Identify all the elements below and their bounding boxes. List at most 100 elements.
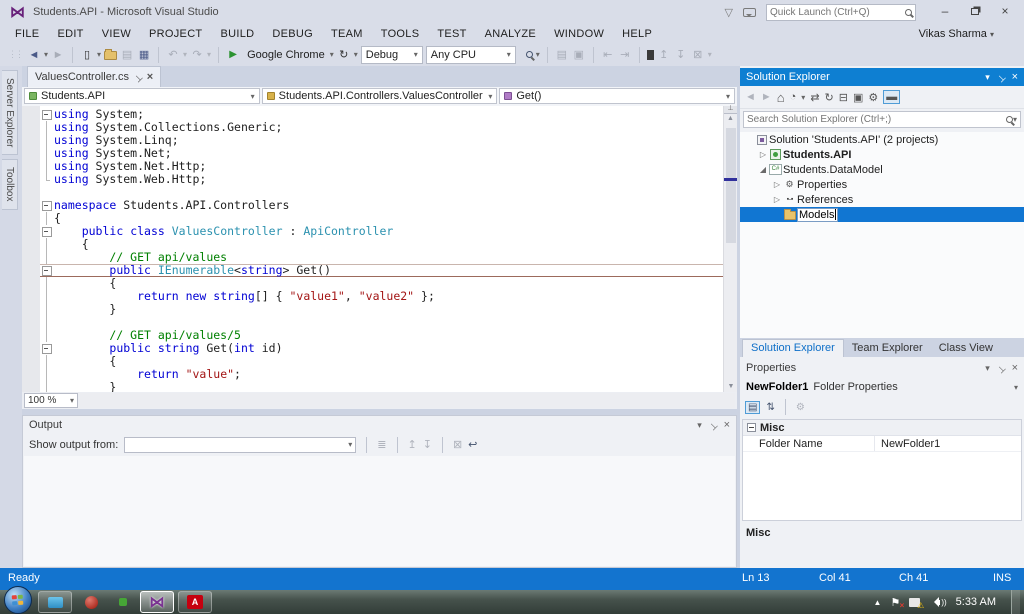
categorized-icon[interactable]: ▤ bbox=[745, 401, 760, 414]
menu-item-debug[interactable]: DEBUG bbox=[263, 26, 322, 42]
sync-with-active-document-icon[interactable]: ⇄ bbox=[810, 91, 819, 104]
show-hidden-icons[interactable]: ▲ bbox=[874, 598, 882, 607]
signed-in-user[interactable]: Vikas Sharma ▾ bbox=[919, 28, 1024, 40]
taskbar-browser-button[interactable] bbox=[76, 591, 106, 613]
solution-explorer-pin-icon[interactable]: ⊤ bbox=[994, 70, 1007, 83]
run-target-dropdown-icon[interactable]: ▾ bbox=[330, 50, 334, 59]
panel-tab-solution-explorer[interactable]: Solution Explorer bbox=[742, 339, 844, 357]
quick-launch-box[interactable] bbox=[766, 4, 916, 21]
close-button[interactable]: × bbox=[992, 3, 1018, 21]
tree-item-solution-students-api-2-projects-[interactable]: Solution 'Students.API' (2 projects) bbox=[740, 132, 1024, 147]
output-source-combo[interactable]: ▾ bbox=[124, 437, 356, 453]
menu-item-analyze[interactable]: ANALYZE bbox=[476, 26, 545, 42]
menu-item-help[interactable]: HELP bbox=[613, 26, 661, 42]
new-file-icon[interactable]: ▯ bbox=[80, 48, 94, 61]
server-explorer-tab[interactable]: Server Explorer bbox=[2, 70, 18, 155]
properties-object-combo[interactable]: NewFolder1 Folder Properties ▾ bbox=[740, 377, 1024, 397]
new-file-dropdown-icon[interactable]: ▾ bbox=[97, 50, 101, 59]
output-title-bar[interactable]: Output ▾ ⊤ × bbox=[23, 416, 736, 434]
expanded-expander-icon[interactable]: ◢ bbox=[758, 165, 768, 174]
rename-edit-box[interactable]: Models bbox=[797, 208, 838, 222]
pending-changes-filter-icon[interactable]: ◔ bbox=[790, 91, 797, 103]
menu-item-team[interactable]: TEAM bbox=[322, 26, 372, 42]
show-all-files-icon[interactable]: ▣ bbox=[853, 91, 863, 104]
tree-item-students-api[interactable]: ▷Students.API bbox=[740, 147, 1024, 162]
panel-tab-team-explorer[interactable]: Team Explorer bbox=[844, 340, 931, 357]
show-desktop-button[interactable] bbox=[1011, 590, 1020, 614]
code-line[interactable]: public IEnumerable<string> Get() bbox=[40, 264, 723, 277]
pin-icon[interactable]: ⊤ bbox=[131, 70, 144, 83]
property-value[interactable]: NewFolder1 bbox=[875, 436, 1021, 451]
code-line[interactable]: } bbox=[40, 381, 723, 392]
collapsed-expander-icon[interactable]: ▷ bbox=[772, 195, 782, 204]
tree-item-models[interactable]: Models bbox=[740, 207, 1024, 222]
start-button[interactable] bbox=[4, 586, 32, 614]
code-line[interactable]: public class ValuesController : ApiContr… bbox=[40, 225, 723, 238]
collapsed-expander-icon[interactable]: ▷ bbox=[772, 180, 782, 189]
fold-collapse-icon[interactable] bbox=[40, 342, 54, 355]
toolbox-tab[interactable]: Toolbox bbox=[2, 159, 18, 209]
clock[interactable]: 5:33 AM bbox=[956, 596, 996, 608]
collapsed-expander-icon[interactable]: ▷ bbox=[758, 150, 768, 159]
navigate-back-dropdown-icon[interactable]: ▾ bbox=[44, 50, 48, 59]
menu-item-test[interactable]: TEST bbox=[428, 26, 475, 42]
close-document-icon[interactable]: × bbox=[147, 71, 153, 83]
editor-horizontal-scrollbar[interactable] bbox=[80, 393, 735, 408]
tree-item-students-datamodel[interactable]: ◢C#Students.DataModel bbox=[740, 162, 1024, 177]
network-warning-icon[interactable]: ⚠ bbox=[909, 598, 920, 607]
member-dropdown[interactable]: Get() ▾ bbox=[499, 88, 735, 104]
taskbar-app-button[interactable] bbox=[38, 591, 72, 613]
output-content[interactable] bbox=[24, 456, 735, 566]
properties-wrench-icon[interactable]: ⚙ bbox=[868, 91, 878, 104]
filter-dropdown-icon[interactable]: ▾ bbox=[801, 93, 805, 102]
menu-item-tools[interactable]: TOOLS bbox=[372, 26, 429, 42]
code-line[interactable]: using System.Web.Http; bbox=[40, 173, 723, 186]
fold-collapse-icon[interactable] bbox=[40, 199, 54, 212]
word-wrap-icon[interactable]: ↩ bbox=[468, 438, 477, 451]
toggle-bookmark-icon[interactable] bbox=[647, 50, 654, 60]
save-all-icon[interactable]: ▦ bbox=[137, 48, 151, 61]
output-close-icon[interactable]: × bbox=[724, 419, 730, 431]
code-surface[interactable]: using System;using System.Collections.Ge… bbox=[22, 106, 737, 392]
fold-collapse-icon[interactable] bbox=[40, 264, 54, 277]
properties-pin-icon[interactable]: ⊤ bbox=[994, 361, 1007, 374]
navigate-back-icon[interactable]: ◄ bbox=[27, 49, 41, 61]
taskbar-adobe-button[interactable]: A bbox=[178, 591, 212, 613]
platform-combo[interactable]: Any CPU▾ bbox=[426, 46, 516, 64]
configuration-combo[interactable]: Debug▾ bbox=[361, 46, 423, 64]
properties-title-bar[interactable]: Properties ▾ ⊤ × bbox=[740, 359, 1024, 377]
action-center-flag-icon[interactable]: ⚑× bbox=[890, 596, 900, 609]
collapse-category-icon[interactable] bbox=[747, 423, 756, 432]
menu-item-window[interactable]: WINDOW bbox=[545, 26, 613, 42]
zoom-level-combo[interactable]: 100 %▾ bbox=[24, 393, 78, 408]
quick-launch-input[interactable] bbox=[770, 7, 905, 18]
scroll-up-icon[interactable]: ▲ bbox=[724, 114, 737, 124]
minimize-button[interactable]: – bbox=[932, 3, 958, 21]
project-dropdown[interactable]: Students.API ▾ bbox=[24, 88, 260, 104]
restore-button[interactable] bbox=[962, 3, 988, 21]
breakpoint-gutter[interactable] bbox=[22, 106, 40, 392]
toolbar-overflow-icon[interactable]: ▾ bbox=[708, 50, 712, 59]
tree-item-references[interactable]: ▷▪–▪References bbox=[740, 192, 1024, 207]
solution-explorer-search-box[interactable]: ▾ bbox=[743, 111, 1021, 128]
collapse-all-icon[interactable]: ⊟ bbox=[839, 91, 848, 104]
properties-options-icon[interactable]: ▾ bbox=[985, 363, 990, 374]
property-row[interactable]: Folder NameNewFolder1 bbox=[743, 436, 1021, 452]
fold-collapse-icon[interactable] bbox=[40, 225, 54, 238]
menu-item-file[interactable]: FILE bbox=[6, 26, 48, 42]
taskbar-app2-button[interactable] bbox=[108, 591, 138, 613]
open-file-icon[interactable] bbox=[104, 51, 117, 60]
document-tab[interactable]: ValuesController.cs ⊤ × bbox=[27, 66, 161, 87]
properties-close-icon[interactable]: × bbox=[1012, 362, 1018, 374]
volume-icon[interactable]: )) bbox=[929, 597, 946, 607]
find-dropdown-icon[interactable]: ▾ bbox=[536, 50, 540, 59]
scroll-down-icon[interactable]: ▼ bbox=[724, 382, 738, 392]
toolbar-grip[interactable]: ⋮⋮ bbox=[8, 49, 22, 60]
code-line[interactable]: namespace Students.API.Controllers bbox=[40, 199, 723, 212]
split-window-handle[interactable]: ⊥ bbox=[724, 106, 737, 114]
feedback-icon[interactable] bbox=[743, 8, 756, 17]
output-options-icon[interactable]: ▾ bbox=[697, 420, 702, 431]
scrollbar-thumb[interactable] bbox=[726, 128, 736, 243]
category-row[interactable]: Misc bbox=[743, 420, 1021, 436]
find-in-files-icon[interactable] bbox=[526, 51, 533, 58]
